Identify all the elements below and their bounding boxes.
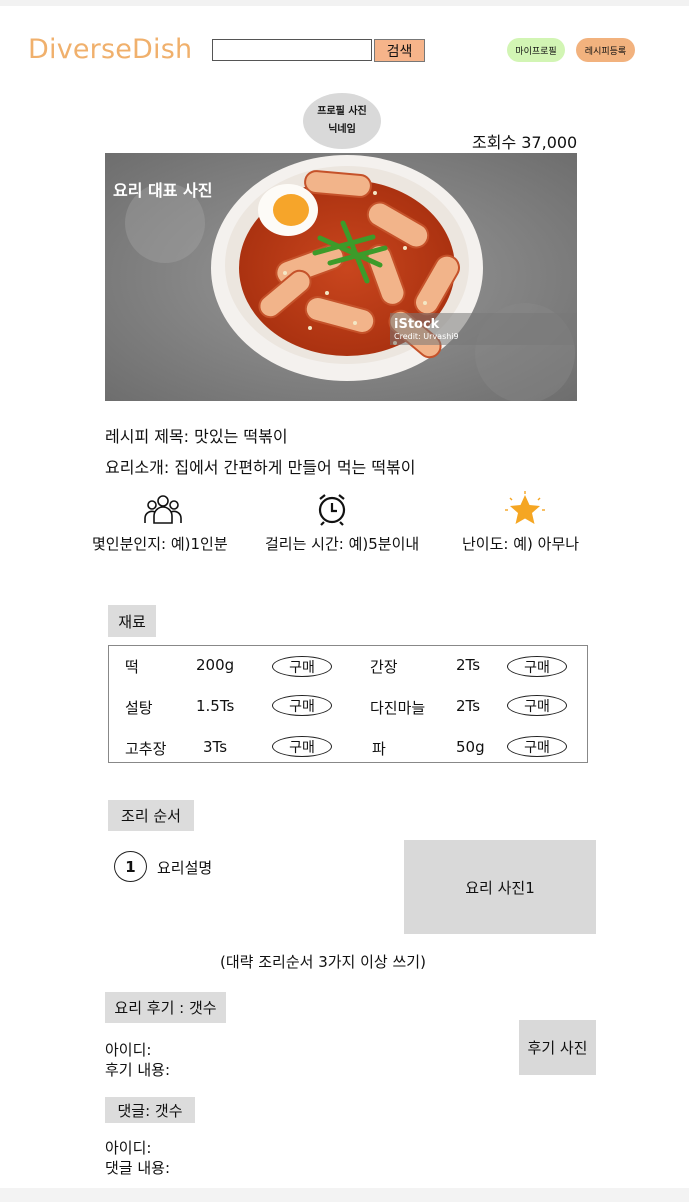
ingredient-amount: 200g [196,656,235,674]
ingredients-heading: 재료 [108,605,156,637]
buy-button[interactable]: 구매 [507,736,567,757]
buy-button[interactable]: 구매 [272,736,332,757]
site-logo[interactable]: DiverseDish [28,34,192,65]
ingredient-name: 간장 [370,658,398,676]
search-input[interactable] [212,39,372,61]
buy-button[interactable]: 구매 [272,695,332,716]
search-button[interactable]: 검색 [374,39,425,62]
my-profile-button[interactable]: 마이프로필 [507,38,565,62]
ingredient-name: 설탕 [125,699,153,717]
people-icon [144,495,182,524]
ingredient-amount: 1.5Ts [196,697,235,715]
comment-content: 댓글 내용: [105,1159,171,1177]
profile-photo-label: 프로필 사진 [317,106,367,117]
review-photo-placeholder[interactable]: 후기 사진 [519,1020,596,1075]
ingredient-name: 떡 [125,658,139,676]
reviews-heading: 요리 후기 : 갯수 [105,992,226,1023]
buy-button[interactable]: 구매 [507,695,567,716]
ingredient-name: 고추장 [125,740,167,758]
step-number-badge: 1 [114,851,147,882]
alarm-clock-icon [318,494,346,526]
ingredient-name: 다진마늘 [370,699,426,717]
bottom-band [0,1188,689,1202]
ingredient-name: 파 [372,740,386,758]
author-nickname: 닉네임 [328,124,356,135]
cooking-time-label: 걸리는 시간: 예)5분이내 [265,535,420,553]
recipe-intro: 요리소개: 집에서 간편하게 만들어 먹는 떡볶이 [105,458,416,477]
view-count: 조회수 37,000 [472,133,578,152]
ingredient-amount: 2Ts [456,697,481,715]
recipe-title: 레시피 제목: 맛있는 떡볶이 [105,427,288,446]
watermark-brand: iStock [394,317,440,332]
ingredient-amount: 50g [456,738,485,756]
ingredient-amount: 3Ts [203,738,228,756]
watermark-credit: Credit: Urvashi9 [394,332,459,341]
comments-heading: 댓글: 갯수 [105,1097,195,1123]
ingredient-amount: 2Ts [456,656,481,674]
author-avatar[interactable]: 프로필 사진 닉네임 [303,93,381,149]
buy-button[interactable]: 구매 [272,656,332,677]
register-recipe-button[interactable]: 레시피등록 [576,38,635,62]
top-band [0,0,689,6]
buy-button[interactable]: 구매 [507,656,567,677]
review-content: 후기 내용: [105,1061,171,1079]
recipe-main-photo: 요리 대표 사진 iStock Credit: Urvashi9 [105,153,577,401]
comment-user-id: 아이디: [105,1139,152,1157]
ingredients-table: 떡 200g 구매 간장 2Ts 구매 설탕 1.5Ts 구매 다진마늘 2Ts… [108,645,588,763]
steps-guide-note: (대략 조리순서 3가지 이상 쓰기) [220,953,426,971]
steps-heading: 조리 순서 [108,800,194,831]
difficulty-label: 난이도: 예) 아무나 [462,535,580,553]
review-user-id: 아이디: [105,1041,152,1059]
star-icon [505,491,545,524]
servings-label: 몇인분인지: 예)1인분 [92,535,228,553]
step-photo-placeholder[interactable]: 요리 사진1 [404,840,596,934]
step-description: 요리설명 [157,859,213,877]
istock-watermark: iStock Credit: Urvashi9 [390,313,577,345]
hero-photo-label: 요리 대표 사진 [113,181,213,200]
